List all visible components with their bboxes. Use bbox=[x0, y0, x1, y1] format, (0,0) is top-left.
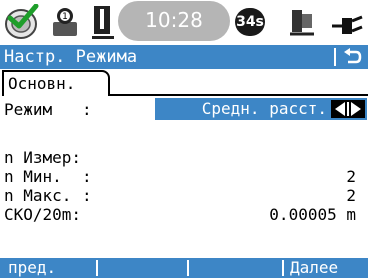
n-measure-label: n Измер: bbox=[4, 148, 82, 167]
title-bar: Настр. Режима bbox=[0, 45, 368, 69]
timer-badge: 34s bbox=[235, 8, 265, 36]
page-title: Настр. Режима bbox=[4, 47, 138, 67]
level-icon bbox=[92, 6, 114, 39]
n-max-value: 2 bbox=[346, 186, 356, 205]
sko-label: СКО/20m: bbox=[4, 205, 82, 224]
tab-basic[interactable]: Основн. bbox=[2, 70, 110, 96]
tab-divider bbox=[108, 94, 368, 96]
fkey-separator bbox=[282, 260, 284, 276]
status-bar: 1 10:28 34s bbox=[0, 0, 368, 44]
sko-value: 0.00005 m bbox=[269, 205, 356, 224]
n-min-colon: : bbox=[82, 167, 92, 186]
prism-icon bbox=[5, 4, 39, 39]
mode-value: Средн. расст. bbox=[201, 99, 327, 118]
fkey-2[interactable] bbox=[98, 258, 186, 278]
mode-select[interactable]: Средн. расст. bbox=[155, 98, 367, 120]
function-key-bar: пред. Далее bbox=[0, 258, 368, 278]
next-button[interactable]: Далее bbox=[290, 258, 366, 278]
svg-text:1: 1 bbox=[62, 12, 68, 22]
back-arrow-icon[interactable] bbox=[342, 47, 362, 67]
prev-button[interactable]: пред. bbox=[8, 258, 94, 278]
n-min-label: n Мин. bbox=[4, 167, 62, 186]
n-max-colon: : bbox=[82, 186, 92, 205]
instrument-icon bbox=[290, 10, 314, 36]
n-min-value: 2 bbox=[346, 167, 356, 186]
fkey-3[interactable] bbox=[189, 258, 281, 278]
time-display: 10:28 bbox=[118, 1, 230, 41]
power-plug-icon bbox=[332, 15, 363, 34]
mode-label: Режим bbox=[4, 100, 53, 119]
title-separator bbox=[334, 48, 336, 66]
left-right-arrows-icon[interactable] bbox=[331, 100, 365, 118]
user-icon: 1 bbox=[53, 8, 77, 36]
mode-colon: : bbox=[82, 100, 92, 119]
n-max-label: n Макс. bbox=[4, 186, 72, 205]
